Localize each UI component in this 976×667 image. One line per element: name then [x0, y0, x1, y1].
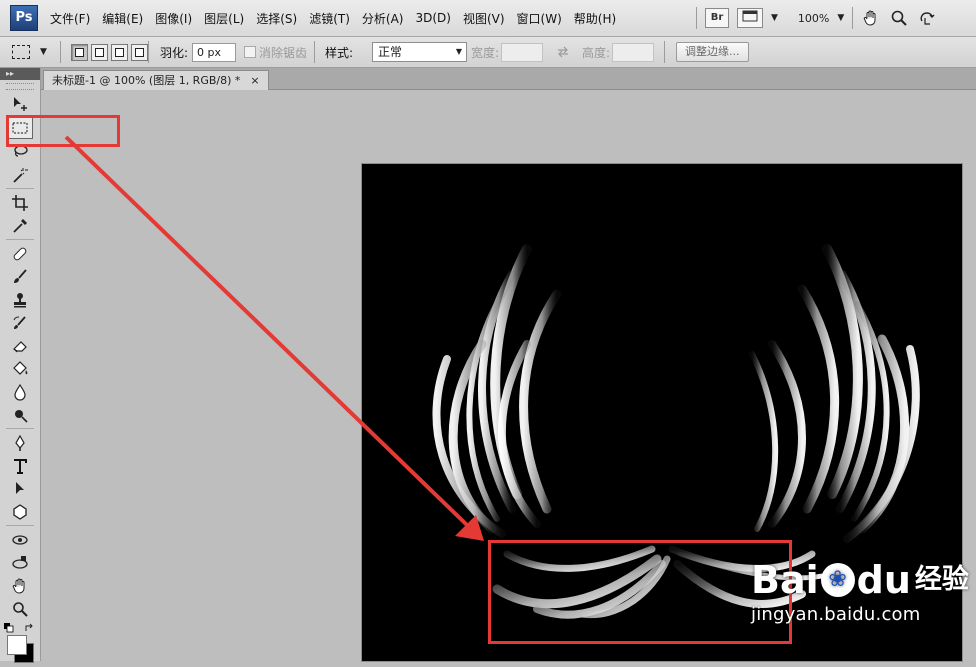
watermark-brand-tail: du — [856, 558, 911, 602]
watermark-logo: Bai ❀ du 经验 — [751, 561, 969, 599]
watermark-url: jingyan.baidu.com — [751, 604, 921, 625]
watermark-product: 经验 — [914, 564, 969, 595]
baidu-jingyan-watermark: Bai ❀ du 经验 jingyan.baidu.com — [751, 561, 969, 625]
watermark-brand: Bai — [751, 558, 819, 602]
paw-icon: ❀ — [820, 563, 855, 597]
